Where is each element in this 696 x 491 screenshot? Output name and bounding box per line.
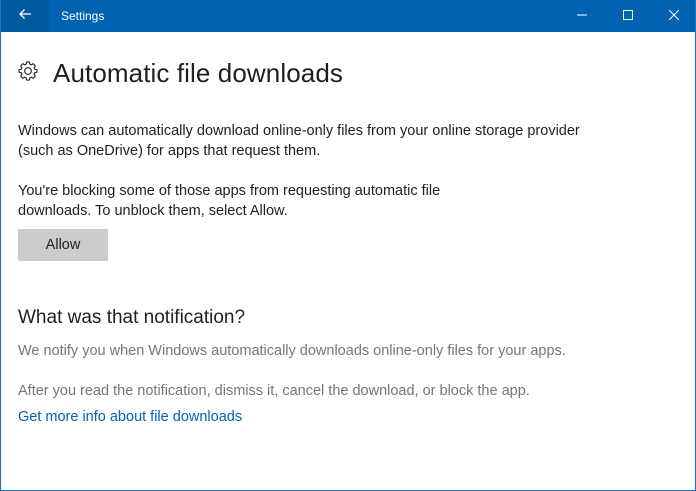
notification-instructions: After you read the notification, dismiss… [18,383,530,399]
page-header: Automatic file downloads [17,58,343,89]
minimize-icon [577,7,587,25]
close-button[interactable] [651,0,695,32]
maximize-icon [623,7,633,25]
notification-description: We notify you when Windows automatically… [18,343,566,359]
maximize-button[interactable] [605,0,651,32]
caption-buttons [559,0,695,32]
page-title: Automatic file downloads [53,58,343,88]
notification-section-title: What was that notification? [18,307,246,328]
gear-icon [17,60,39,87]
close-icon [668,7,680,25]
title-bar: Settings [1,0,695,32]
allow-button[interactable]: Allow [18,229,108,261]
file-downloads-info-link[interactable]: Get more info about file downloads [18,407,242,427]
settings-window: Settings Automatic file downloads Window… [0,0,696,491]
main-content: Windows can automatically download onlin… [18,121,618,427]
back-arrow-icon [17,6,33,27]
blocking-text: You're blocking some of those apps from … [18,183,441,219]
window-title: Settings [61,9,105,23]
minimize-button[interactable] [559,0,605,32]
intro-text: Windows can automatically download onlin… [18,123,580,159]
back-button[interactable] [1,0,49,32]
